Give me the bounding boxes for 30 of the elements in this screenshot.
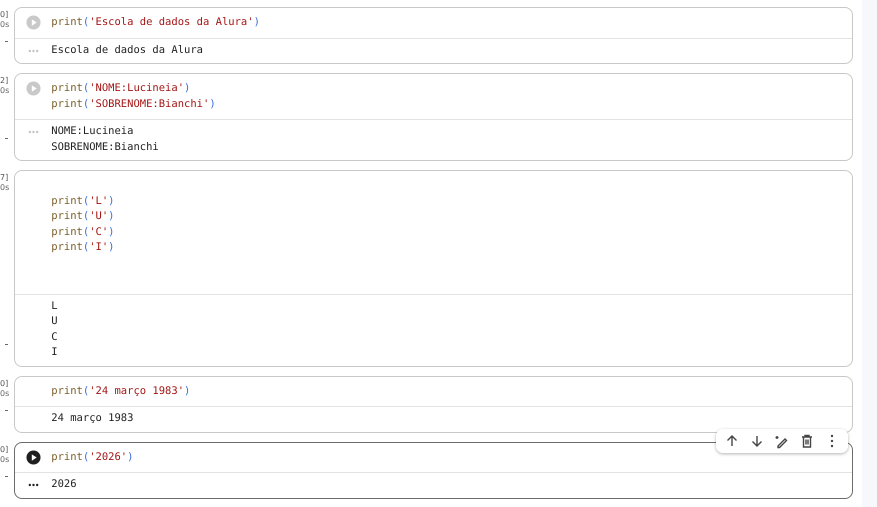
execution-count: 7] [0,173,8,183]
code-cell[interactable]: print('NOME:Lucineia') print('SOBRENOME:Bianchi') NOME:Lucineia SOBRENOME:Bianchi [14,73,854,161]
cell-output: NOME:Lucineia SOBRENOME:Bianchi [51,124,159,154]
run-icon[interactable] [26,450,41,464]
more-icon[interactable] [28,483,39,487]
code-cell[interactable]: print('Escola de dados da Alura') Escola de dados da Alura [14,7,854,64]
code-editor[interactable]: print('NOME:Lucineia') print('SOBRENOME:Bianchi') [51,81,216,112]
run-duration: 0s [0,183,10,193]
cell-output: Escola de dados da Alura [51,42,203,58]
execution-count: 0] [0,10,8,20]
delete-icon[interactable] [799,432,815,448]
run-duration: 0s [0,454,10,464]
code-editor[interactable]: print('Escola de dados da Alura') [51,15,260,30]
code-cell[interactable]: print('L') print('U') print('C') print('I') L U C I [14,170,854,366]
code-editor[interactable]: print('2026') [51,450,134,465]
code-cell[interactable]: print('2026') 2026 [14,442,854,498]
cell-output: L U C I [51,298,58,360]
execution-count: 2] [0,76,8,86]
cell-output: 24 março 1983 [51,411,134,426]
execution-count: 0] [0,378,8,388]
cell-output: 2026 [51,477,77,492]
code-editor[interactable]: print('L') print('U') print('C') print('I') [51,178,114,286]
run-duration: 0s [0,86,10,96]
code-editor[interactable]: print('24 março 1983') [51,384,190,399]
code-cell[interactable]: print('24 março 1983') 24 março 1983 [14,376,854,432]
output-marker [5,138,8,139]
run-duration: 0s [0,388,10,398]
execution-count: 0] [0,444,8,454]
run-duration: 0s [0,20,10,30]
output-marker [5,41,8,42]
